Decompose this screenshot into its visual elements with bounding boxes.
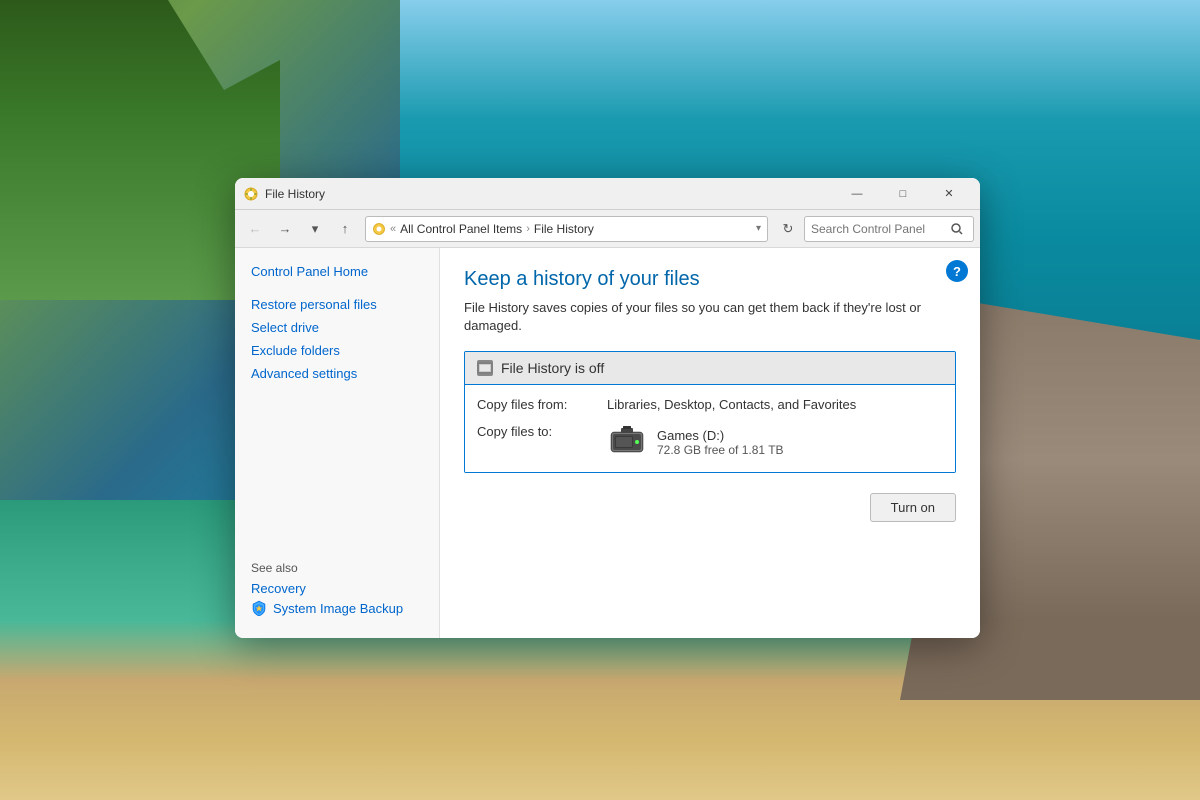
- dropdown-button[interactable]: ▾: [301, 215, 329, 243]
- main-panel: ? Keep a history of your files File Hist…: [440, 248, 980, 638]
- close-button[interactable]: ✕: [926, 178, 972, 210]
- sidebar-item-advanced-settings[interactable]: Advanced settings: [235, 362, 439, 385]
- address-separator: ›: [526, 223, 530, 235]
- window-title: File History: [265, 187, 834, 201]
- search-icon-button[interactable]: [947, 219, 967, 239]
- copy-from-label: Copy files from:: [477, 397, 607, 412]
- drive-details: Games (D:) 72.8 GB free of 1.81 TB: [657, 428, 784, 457]
- maximize-button[interactable]: □: [880, 178, 926, 210]
- system-image-backup-label: System Image Backup: [273, 601, 403, 616]
- copy-to-row: Copy files to:: [477, 424, 943, 460]
- search-box: [804, 216, 974, 242]
- address-prefix: «: [390, 223, 396, 235]
- help-button[interactable]: ?: [946, 260, 968, 282]
- sidebar-item-control-panel-home[interactable]: Control Panel Home: [235, 260, 439, 283]
- drive-info-container: Games (D:) 72.8 GB free of 1.81 TB: [607, 424, 784, 460]
- refresh-button[interactable]: ↻: [774, 215, 802, 243]
- forward-button[interactable]: →: [271, 215, 299, 243]
- sidebar-item-exclude-folders[interactable]: Exclude folders: [235, 339, 439, 362]
- address-bar-icon: [372, 222, 386, 236]
- copy-from-value: Libraries, Desktop, Contacts, and Favori…: [607, 397, 943, 412]
- sidebar-recovery-link[interactable]: Recovery: [251, 579, 423, 598]
- address-bar[interactable]: « All Control Panel Items › File History…: [365, 216, 768, 242]
- turn-on-button[interactable]: Turn on: [870, 493, 956, 522]
- back-button[interactable]: ←: [241, 215, 269, 243]
- see-also-label: See also: [251, 561, 423, 575]
- file-history-header: File History is off: [465, 352, 955, 385]
- copy-to-label: Copy files to:: [477, 424, 607, 439]
- drive-space: 72.8 GB free of 1.81 TB: [657, 443, 784, 457]
- drive-name: Games (D:): [657, 428, 784, 443]
- file-history-status-box: File History is off Copy files from: Lib…: [464, 351, 956, 473]
- sidebar-system-image-backup-link[interactable]: System Image Backup: [251, 598, 423, 618]
- search-input[interactable]: [811, 222, 943, 236]
- title-bar-controls: — □ ✕: [834, 178, 972, 210]
- sidebar-item-select-drive[interactable]: Select drive: [235, 316, 439, 339]
- shield-icon: [251, 600, 267, 616]
- title-bar: File History — □ ✕: [235, 178, 980, 210]
- search-icon: [951, 223, 963, 235]
- title-bar-icon: [243, 186, 259, 202]
- sidebar: Control Panel Home Restore personal file…: [235, 248, 440, 638]
- sidebar-see-also: See also Recovery System Image Backup: [235, 553, 439, 626]
- sidebar-item-restore-personal-files[interactable]: Restore personal files: [235, 293, 439, 316]
- up-button[interactable]: ↑: [331, 215, 359, 243]
- minimize-button[interactable]: —: [834, 178, 880, 210]
- main-description: File History saves copies of your files …: [464, 299, 956, 335]
- address-path1: All Control Panel Items: [400, 222, 522, 236]
- address-path2: File History: [534, 222, 594, 236]
- file-history-status-icon: [477, 360, 493, 376]
- toolbar: ← → ▾ ↑ « All Control Panel Items › File…: [235, 210, 980, 248]
- file-history-details: Copy files from: Libraries, Desktop, Con…: [465, 385, 955, 472]
- control-panel-icon: [243, 186, 259, 202]
- drive-icon: [607, 424, 647, 460]
- address-chevron-icon: ▾: [756, 223, 761, 234]
- main-title: Keep a history of your files: [464, 268, 956, 291]
- file-history-window: File History — □ ✕ ← → ▾ ↑ « All Control…: [235, 178, 980, 638]
- copy-from-row: Copy files from: Libraries, Desktop, Con…: [477, 397, 943, 412]
- content-area: Control Panel Home Restore personal file…: [235, 248, 980, 638]
- file-history-status-text: File History is off: [501, 360, 604, 376]
